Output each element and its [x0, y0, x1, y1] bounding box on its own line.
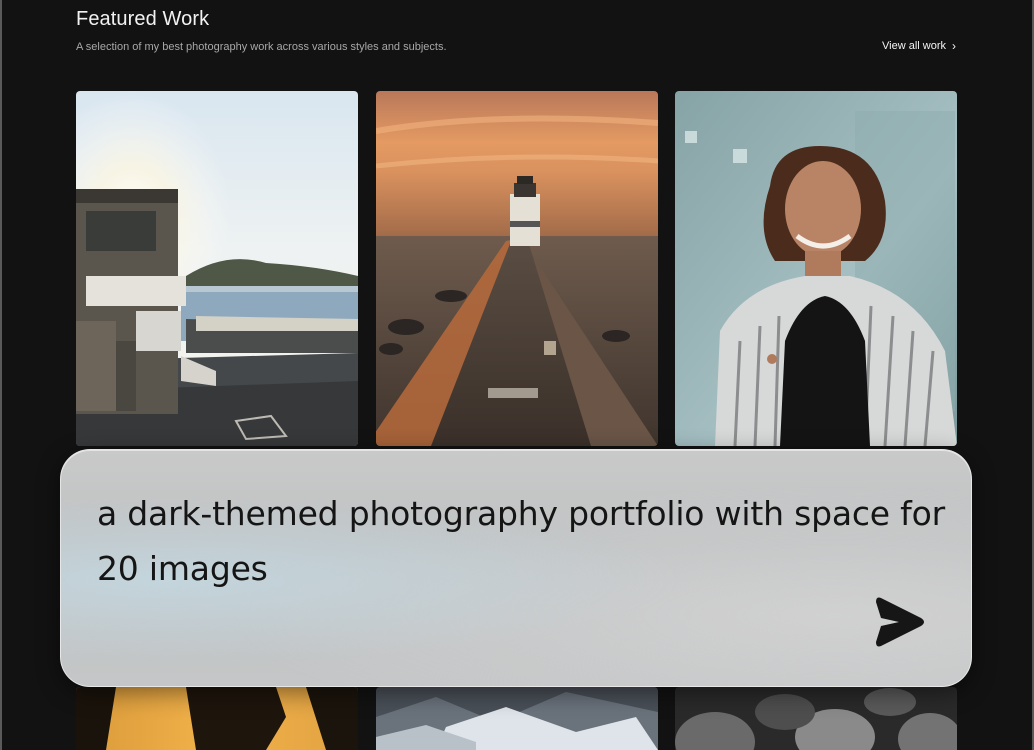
gallery-image-snowy-rocks[interactable]	[376, 687, 658, 750]
section-title: Featured Work	[76, 8, 210, 30]
send-button[interactable]	[869, 594, 927, 650]
gallery-image-villa[interactable]	[76, 91, 358, 446]
silhouette-photo	[76, 687, 358, 750]
send-arrow-icon	[876, 597, 924, 647]
view-all-work-link[interactable]: View all work ›	[882, 40, 956, 52]
gallery-image-lighthouse[interactable]	[376, 91, 658, 446]
gallery-image-stones[interactable]	[675, 687, 957, 750]
section-header: Featured Work A selection of my best pho…	[76, 6, 958, 66]
lighthouse-photo	[376, 91, 658, 446]
snowy-rocks-photo	[376, 687, 658, 750]
view-all-work-label: View all work	[882, 40, 946, 52]
portrait-photo	[675, 91, 957, 446]
gallery-image-silhouette[interactable]	[76, 687, 358, 750]
chevron-right-icon: ›	[952, 39, 956, 53]
gallery-image-portrait[interactable]	[675, 91, 957, 446]
villa-photo	[76, 91, 358, 446]
stones-photo	[675, 687, 957, 750]
section-subtitle: A selection of my best photography work …	[76, 41, 447, 53]
prompt-card[interactable]: a dark-themed photography portfolio with…	[60, 449, 972, 687]
prompt-text[interactable]: a dark-themed photography portfolio with…	[97, 486, 947, 596]
